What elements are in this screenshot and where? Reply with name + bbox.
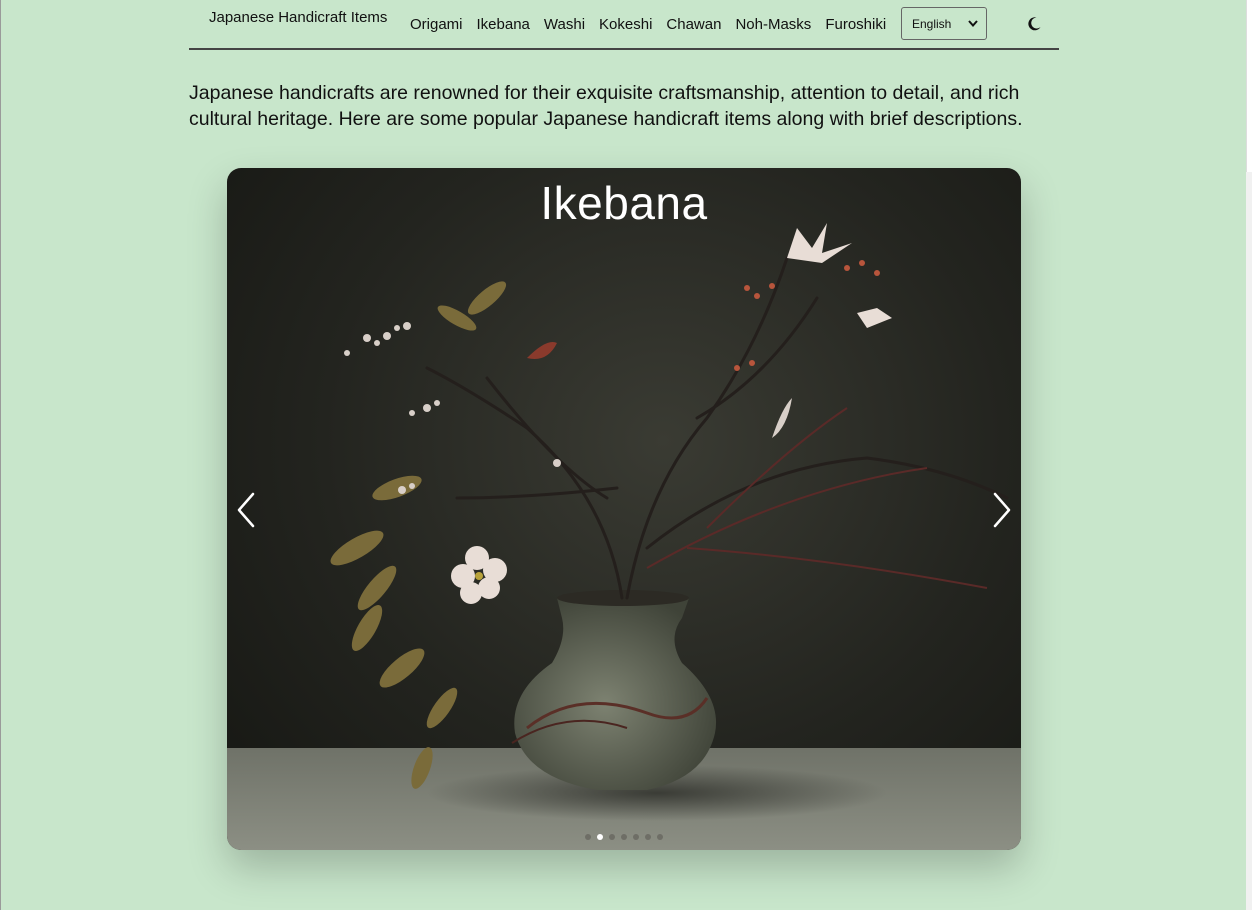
carousel-dot[interactable]: [609, 834, 615, 840]
carousel-dot[interactable]: [597, 834, 603, 840]
chevron-right-icon: [993, 492, 1011, 528]
nav-item-washi[interactable]: Washi: [544, 16, 585, 33]
ikebana-image: [227, 223, 1021, 850]
carousel-dot[interactable]: [621, 834, 627, 840]
main-nav: Origami Ikebana Washi Kokeshi Chawan Noh…: [410, 16, 900, 33]
nav-item-kokeshi[interactable]: Kokeshi: [599, 16, 652, 33]
nav-item-furoshiki[interactable]: Furoshiki: [825, 16, 886, 33]
scrollbar-track[interactable]: [1246, 0, 1252, 910]
moon-icon[interactable]: [1026, 16, 1042, 32]
carousel-pagination: [227, 834, 1021, 840]
carousel-dot[interactable]: [633, 834, 639, 840]
header: Japanese Handicraft Items Origami Ikeban…: [189, 0, 1059, 50]
nav-item-origami[interactable]: Origami: [410, 16, 463, 33]
chevron-down-icon: [968, 18, 978, 30]
next-slide-button[interactable]: [989, 490, 1015, 530]
language-select-value: English: [912, 16, 952, 31]
site-brand[interactable]: Japanese Handicraft Items: [209, 9, 387, 26]
intro-paragraph: Japanese handicrafts are renowned for th…: [189, 82, 1023, 130]
previous-slide-button[interactable]: [233, 490, 259, 530]
carousel-dot[interactable]: [645, 834, 651, 840]
nav-item-chawan[interactable]: Chawan: [666, 16, 721, 33]
nav-item-noh-masks[interactable]: Noh-Masks: [735, 16, 811, 33]
slide-title: Ikebana: [540, 177, 708, 229]
carousel-dot[interactable]: [657, 834, 663, 840]
language-select[interactable]: English: [901, 7, 987, 40]
carousel-dot[interactable]: [585, 834, 591, 840]
image-carousel: Ikebana: [227, 168, 1021, 850]
scrollbar-thumb[interactable]: [1246, 0, 1252, 172]
chevron-left-icon: [237, 492, 255, 528]
nav-item-ikebana[interactable]: Ikebana: [477, 16, 530, 33]
